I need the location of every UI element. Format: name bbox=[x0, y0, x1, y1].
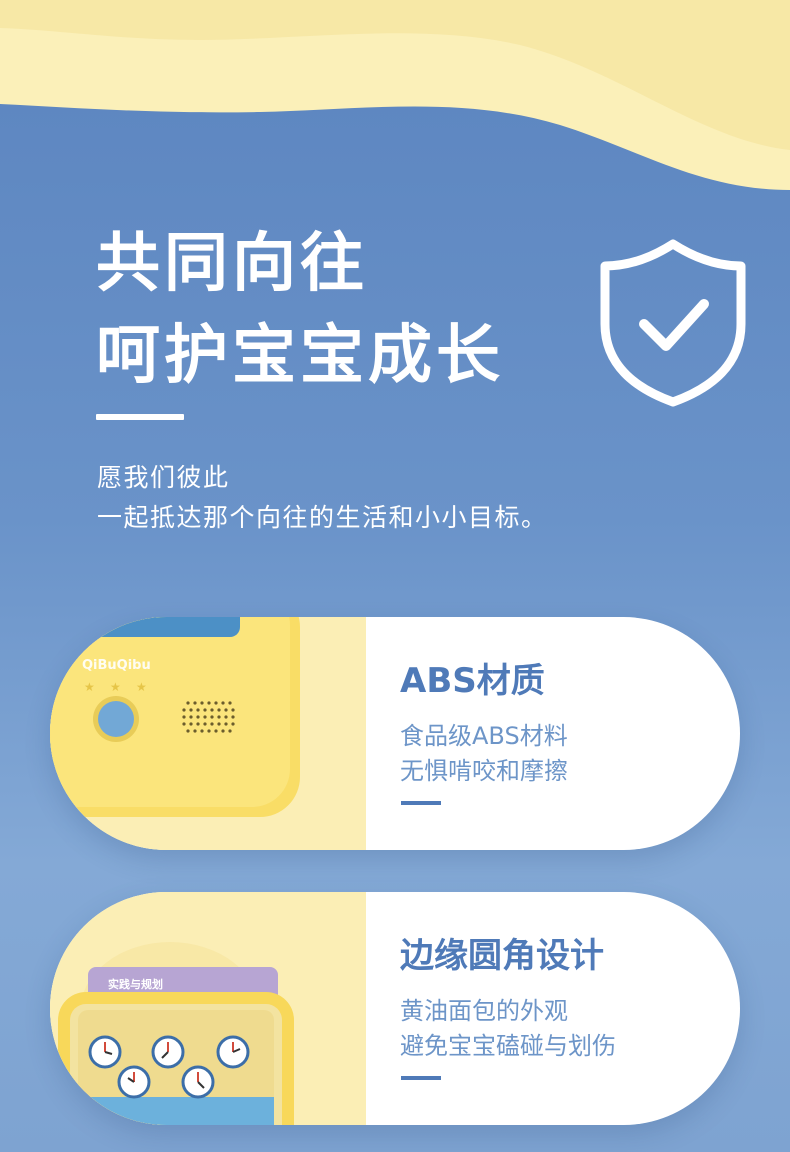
svg-text:★: ★ bbox=[110, 680, 121, 694]
hero-subtitle: 愿我们彼此 一起抵达那个向往的生活和小小目标。 bbox=[97, 458, 548, 538]
hero-subtitle-line-2: 一起抵达那个向往的生活和小小目标。 bbox=[97, 503, 548, 532]
feature-desc-line-2: 无惧啃咬和摩擦 bbox=[400, 757, 568, 785]
feature-card-rounded-edges: 实践与规划 边缘圆角设计 黄油面包的外观 避免宝宝磕碰与划伤 bbox=[50, 892, 740, 1125]
product-photo-speaker: QiBuQibu ★ ★ ★ bbox=[50, 617, 366, 850]
svg-text:★: ★ bbox=[84, 680, 95, 694]
shield-check-icon bbox=[600, 239, 746, 407]
hero-title: 共同向往 呵护宝宝成长 bbox=[96, 218, 504, 402]
product-photo-clock-board: 实践与规划 bbox=[50, 892, 366, 1125]
feature-dash bbox=[401, 1076, 441, 1080]
svg-text:★: ★ bbox=[136, 680, 147, 694]
hero-title-line-2: 呵护宝宝成长 bbox=[96, 319, 504, 393]
feature-desc-line-1: 黄油面包的外观 bbox=[400, 997, 568, 1025]
feature-dash bbox=[401, 801, 441, 805]
feature-description: 黄油面包的外观 避免宝宝磕碰与划伤 bbox=[400, 994, 616, 1064]
feature-desc-line-2: 避免宝宝磕碰与划伤 bbox=[400, 1032, 616, 1060]
feature-title: ABS材质 bbox=[400, 661, 545, 701]
hero-subtitle-line-1: 愿我们彼此 bbox=[97, 463, 230, 492]
top-wave-decoration bbox=[0, 0, 790, 190]
feature-title: 边缘圆角设计 bbox=[400, 936, 604, 976]
title-divider bbox=[96, 414, 184, 420]
photo-board-label: 实践与规划 bbox=[108, 977, 163, 991]
hero-title-line-1: 共同向往 bbox=[96, 227, 368, 301]
photo-brand-text: QiBuQibu bbox=[82, 658, 151, 673]
feature-description: 食品级ABS材料 无惧啃咬和摩擦 bbox=[400, 719, 568, 789]
feature-desc-line-1: 食品级ABS材料 bbox=[400, 722, 568, 750]
feature-card-abs: QiBuQibu ★ ★ ★ ABS材质 食品级ABS材料 无惧啃咬和摩擦 bbox=[50, 617, 740, 850]
